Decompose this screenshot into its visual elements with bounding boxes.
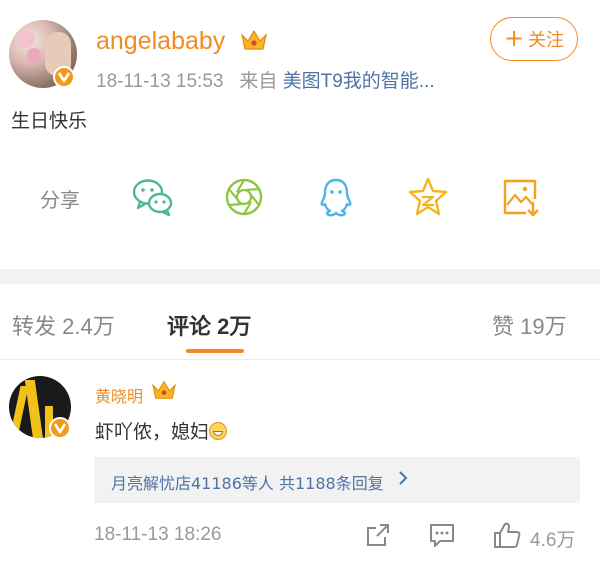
like-icon[interactable]: [492, 520, 521, 548]
comment-username[interactable]: 黄晓明: [95, 383, 143, 407]
plus-icon: +: [503, 24, 525, 52]
post-source-link[interactable]: 美图T9我的智能...: [283, 71, 435, 92]
tab-likes[interactable]: 赞 19万: [492, 309, 567, 341]
tabs-separator: [0, 359, 600, 360]
follow-label: 关注: [528, 30, 565, 51]
comment-text-row: 虾吖侬，媳妇: [95, 417, 228, 444]
comment-timestamp: 18-11-13 18:26: [94, 524, 222, 545]
section-divider: [0, 269, 600, 284]
tab-reposts[interactable]: 转发 2.4万: [12, 309, 115, 341]
active-tab-indicator: [186, 349, 244, 353]
follow-button[interactable]: + 关注: [490, 17, 578, 61]
source-prefix: 来自: [239, 71, 278, 92]
reply-comment-icon[interactable]: [428, 521, 456, 549]
post-timestamp: 18-11-13 15:53: [96, 71, 224, 92]
verified-badge-icon: [53, 66, 75, 88]
share-comment-icon[interactable]: [364, 521, 392, 549]
vip-crown-icon: [240, 28, 268, 52]
save-image-icon[interactable]: [498, 175, 542, 219]
chevron-right-icon: [396, 468, 410, 492]
qzone-icon[interactable]: [406, 175, 450, 219]
post-username[interactable]: angelababy: [96, 27, 225, 56]
moments-icon[interactable]: [222, 175, 266, 219]
verified-badge-icon: [49, 417, 71, 439]
post-body: 生日快乐: [11, 110, 88, 132]
grin-emoji-icon: [209, 422, 228, 440]
replies-summary[interactable]: 月亮解忧店41186等人 共1188条回复: [111, 470, 384, 494]
share-label: 分享: [40, 188, 80, 212]
comment-text: 虾吖侬，媳妇: [95, 421, 210, 443]
qq-icon[interactable]: [314, 175, 358, 219]
like-count: 4.6万: [530, 530, 576, 551]
tab-comments[interactable]: 评论 2万: [167, 309, 251, 341]
post-meta: 18-11-13 15:53 来自 美图T9我的智能...: [96, 66, 435, 93]
vip-crown-icon: [151, 379, 179, 403]
wechat-icon[interactable]: [131, 175, 175, 219]
